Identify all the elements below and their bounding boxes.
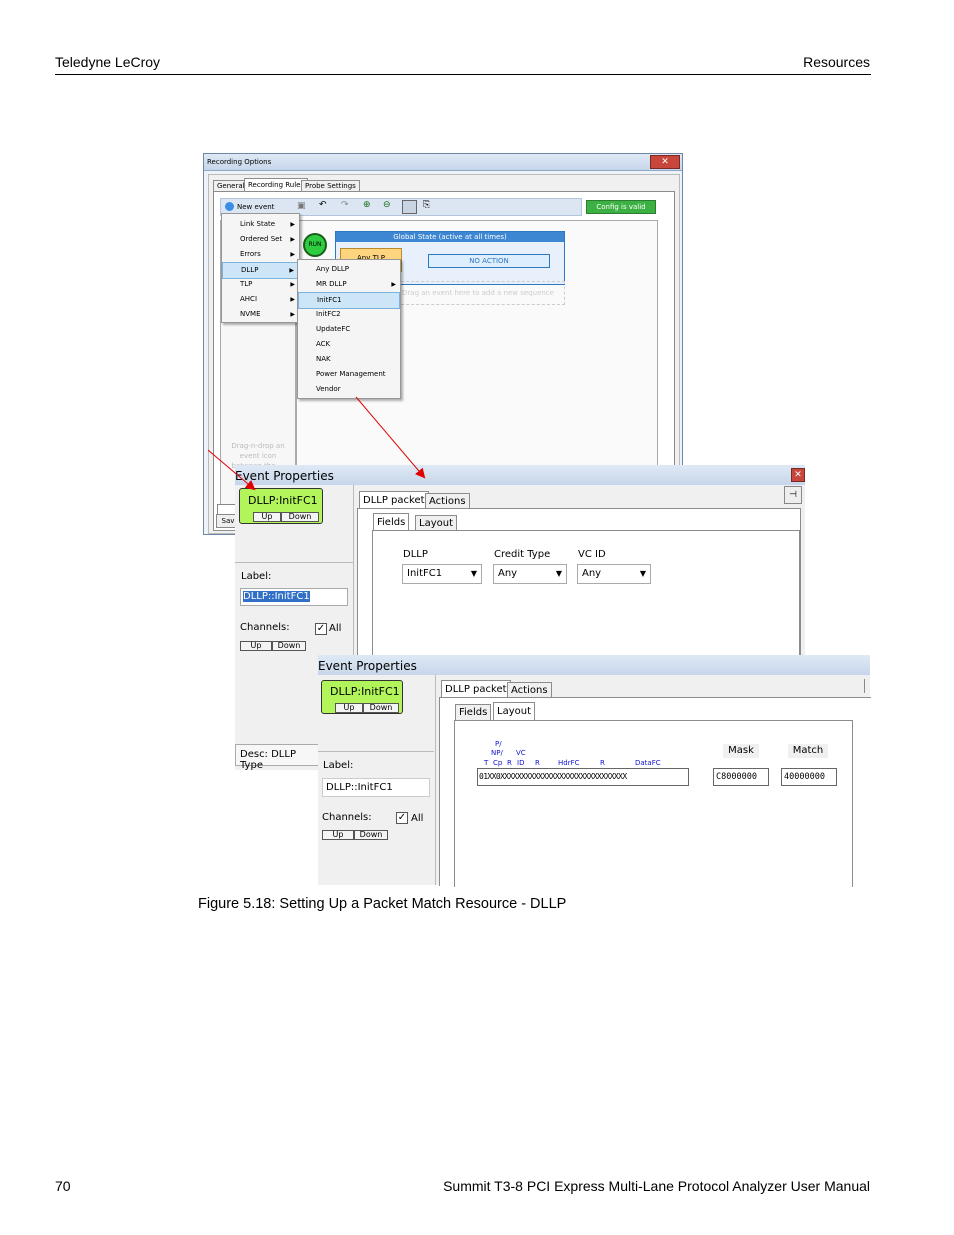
figure-caption: Figure 5.18: Setting Up a Packet Match R… [198,896,567,912]
footer-title: Summit T3-8 PCI Express Multi-Lane Proto… [443,1178,870,1194]
arrow-to-event-card [207,449,256,491]
arrow-to-dllp-tab [355,396,426,479]
page-number: 70 [55,1178,71,1194]
annotation-arrows [207,396,426,491]
